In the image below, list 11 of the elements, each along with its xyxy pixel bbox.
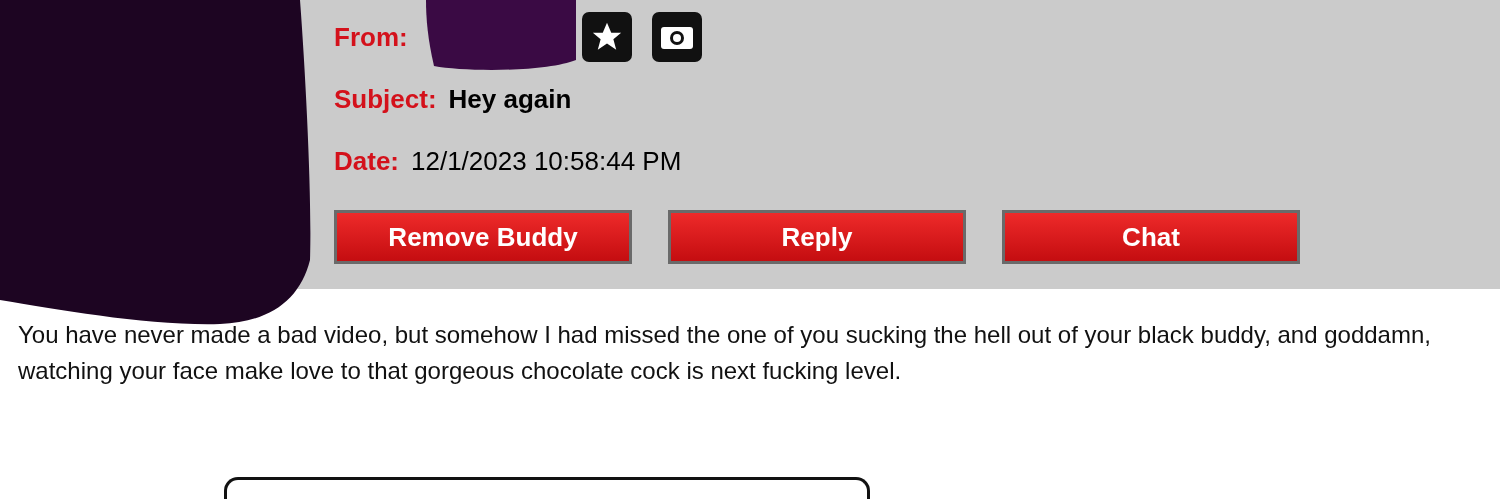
date-label: Date:: [334, 145, 399, 177]
subject-text: Hey again: [448, 83, 572, 115]
subject-label: Subject:: [334, 83, 437, 115]
from-label: From:: [334, 21, 408, 53]
date-text: 12/1/2023 10:58:44 PM: [411, 145, 682, 177]
action-button[interactable]: Chat: [1002, 210, 1300, 264]
camera-icon[interactable]: [651, 12, 702, 62]
input-field[interactable]: [224, 477, 870, 499]
action-button[interactable]: Reply: [668, 210, 966, 264]
message-text: You have never made a bad video, but somehow I had missed the one of you sucking the hell out of your black buddy, and goddamn, watching your face make love to that gorgeous chocolate cock is next fucking level.: [18, 320, 1432, 387]
action-button[interactable]: Remove Buddy: [334, 210, 632, 264]
